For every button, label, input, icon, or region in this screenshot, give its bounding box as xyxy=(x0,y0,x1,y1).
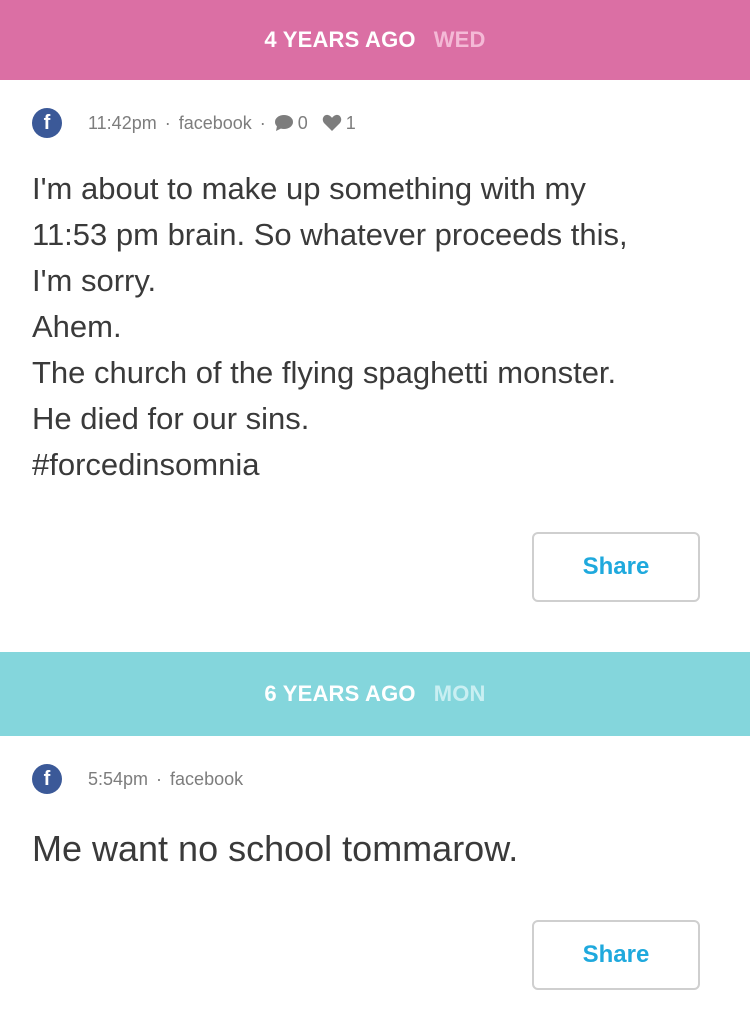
share-button[interactable]: Share xyxy=(532,532,700,602)
like-count: 1 xyxy=(322,113,356,134)
hashtag-line: #forcedinsomnia xyxy=(32,447,260,482)
facebook-icon: f xyxy=(32,764,62,794)
post-meta: f 11:42pm · facebook · 0 1 xyxy=(32,108,370,138)
weekday-label: MON xyxy=(433,681,486,706)
post-meta: f 5:54pm · facebook xyxy=(32,764,243,794)
post-line: The church of the flying spaghetti monst… xyxy=(32,355,617,390)
post-line: He died for our sins. xyxy=(32,401,310,436)
years-ago-label: 4 YEARS AGO xyxy=(264,27,416,52)
post-line: Ahem. xyxy=(32,309,122,344)
post-line: I'm sorry. xyxy=(32,263,157,298)
weekday-label: WED xyxy=(433,27,486,52)
post-time: 5:54pm xyxy=(88,768,149,789)
post-source: facebook xyxy=(170,768,244,789)
post-text: I'm about to make up something with my 1… xyxy=(32,166,722,488)
post-line: I'm about to make up something with my xyxy=(32,171,586,206)
like-count-value: 1 xyxy=(345,112,356,133)
separator-dot: · xyxy=(164,112,171,133)
comment-icon xyxy=(274,115,293,131)
post-line: 11:53 pm brain. So whatever proceeds thi… xyxy=(32,217,628,252)
comment-count-value: 0 xyxy=(297,112,308,133)
post-line: Me want no school tommarow. xyxy=(32,828,519,869)
comment-count: 0 xyxy=(274,113,308,134)
facebook-icon: f xyxy=(32,108,62,138)
heart-icon xyxy=(322,114,342,131)
section-header-4-years-ago: 4 YEARS AGO WED xyxy=(0,0,750,80)
share-button[interactable]: Share xyxy=(532,920,700,990)
section-header-6-years-ago: 6 YEARS AGO MON xyxy=(0,652,750,736)
separator-dot: · xyxy=(259,112,266,133)
years-ago-label: 6 YEARS AGO xyxy=(264,681,416,706)
post-source: facebook xyxy=(178,112,252,133)
post-text: Me want no school tommarow. xyxy=(32,826,722,872)
post-time: 11:42pm xyxy=(88,112,157,133)
separator-dot: · xyxy=(156,768,163,789)
